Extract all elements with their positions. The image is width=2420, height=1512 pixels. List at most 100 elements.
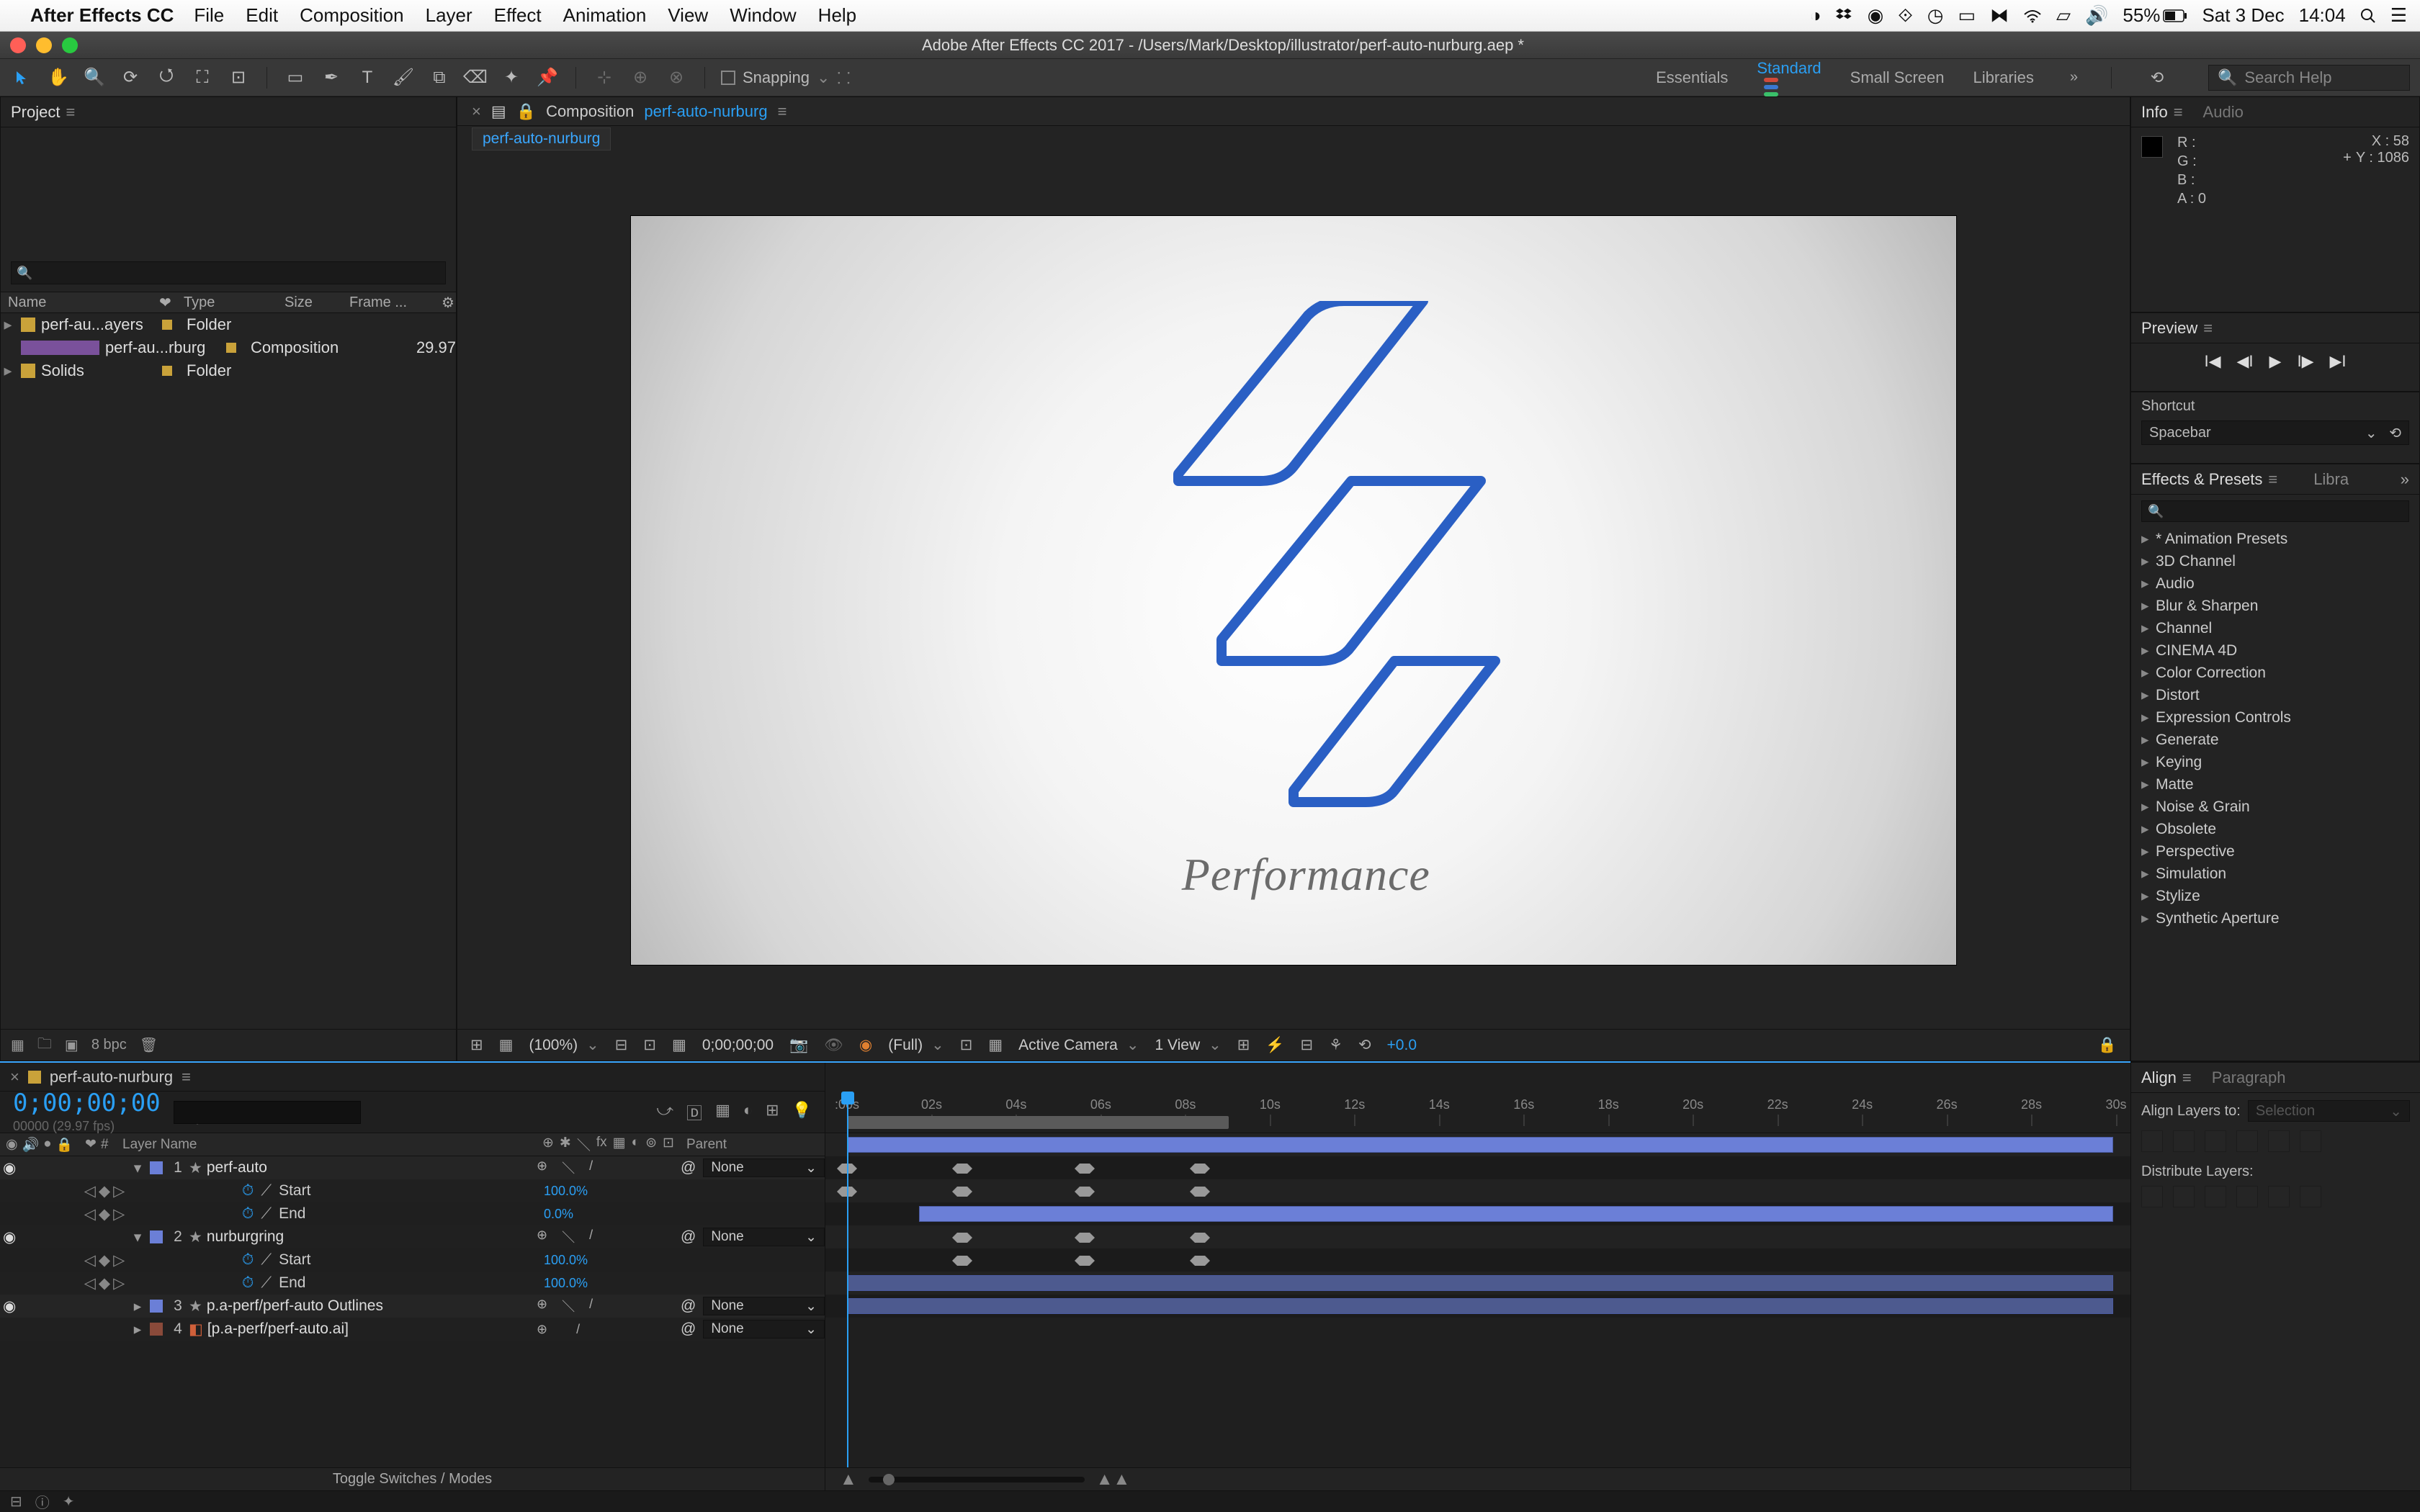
- ws-standard[interactable]: Standard: [1757, 59, 1821, 96]
- world-axis-icon[interactable]: ⊕: [628, 66, 653, 90]
- flowchart-icon[interactable]: ▤: [491, 102, 506, 121]
- align-tab[interactable]: Align ≡: [2141, 1068, 2192, 1087]
- timeline-property[interactable]: ◁◆▷ ⏱ ⟋ Start 100.0%: [0, 1179, 825, 1202]
- project-row[interactable]: ▸ Solids Folder: [1, 359, 456, 382]
- trash-icon[interactable]: 🗑: [140, 1036, 158, 1054]
- align-top-icon[interactable]: [2236, 1130, 2258, 1152]
- dist-left-icon[interactable]: [2236, 1186, 2258, 1207]
- timeline-property[interactable]: ◁◆▷ ⏱ ⟋ End 0.0%: [0, 1202, 825, 1225]
- prev-frame-icon[interactable]: ◀I: [2237, 352, 2254, 371]
- comp-breadcrumb[interactable]: perf-auto-nurburg: [472, 127, 611, 150]
- effects-tab[interactable]: Effects & Presets ≡: [2141, 470, 2277, 489]
- fx-item[interactable]: ▸Keying: [2138, 751, 2412, 773]
- search-help[interactable]: 🔍 Search Help: [2208, 65, 2410, 91]
- work-area-bar[interactable]: [847, 1116, 1229, 1129]
- shortcut-select[interactable]: Spacebar⌄ ⟲: [2141, 420, 2409, 445]
- tl-frame-blend-icon[interactable]: ▦: [715, 1101, 730, 1124]
- align-to-select[interactable]: Selection⌄: [2248, 1100, 2410, 1122]
- status-airplay-icon[interactable]: ▱: [2056, 4, 2071, 27]
- dist-vcenter-icon[interactable]: [2173, 1186, 2195, 1207]
- status-cc-icon[interactable]: ◉: [1868, 4, 1884, 27]
- fx-item[interactable]: ▸Color Correction: [2138, 662, 2412, 684]
- timeline-layer[interactable]: ◉ ▾1 ★perf-auto ⊕＼/ @None⌄: [0, 1156, 825, 1179]
- fx-item[interactable]: ▸CINEMA 4D: [2138, 639, 2412, 662]
- zoom-dropdown[interactable]: (100%): [529, 1036, 599, 1054]
- channel-icon[interactable]: ◉: [859, 1036, 872, 1054]
- last-frame-icon[interactable]: ▶I: [2329, 352, 2346, 371]
- timeline-ruler[interactable]: :00s02s04s06s08s10s12s14s16s18s20s22s24s…: [825, 1092, 2130, 1133]
- exposure-value[interactable]: +0.0: [1387, 1037, 1417, 1054]
- fx-item[interactable]: ▸Generate: [2138, 729, 2412, 751]
- status-battery[interactable]: 55%: [2123, 4, 2187, 27]
- interpret-icon[interactable]: ▦: [11, 1036, 24, 1054]
- project-row[interactable]: perf-au...rburg Composition 29.97: [1, 336, 456, 359]
- brush-tool-icon[interactable]: 🖌: [391, 66, 416, 90]
- snapshot-icon[interactable]: 📷: [789, 1037, 808, 1054]
- hand-tool-icon[interactable]: ✋: [46, 66, 71, 90]
- views-dropdown[interactable]: 1 View: [1155, 1036, 1221, 1054]
- new-folder-icon[interactable]: 🗀: [37, 1033, 52, 1058]
- zoom-slider[interactable]: [869, 1477, 1085, 1482]
- ws-essentials[interactable]: Essentials: [1656, 68, 1728, 87]
- zoom-tool-icon[interactable]: 🔍: [82, 66, 107, 90]
- transparency-icon[interactable]: ▦: [672, 1036, 686, 1054]
- fx-item[interactable]: ▸3D Channel: [2138, 550, 2412, 572]
- menu-effect[interactable]: Effect: [494, 4, 542, 27]
- fx-item[interactable]: ▸Perspective: [2138, 840, 2412, 863]
- menu-layer[interactable]: Layer: [426, 4, 472, 27]
- dist-bottom-icon[interactable]: [2205, 1186, 2226, 1207]
- close-icon[interactable]: [10, 37, 26, 53]
- res-down-icon[interactable]: ⊟: [615, 1036, 628, 1054]
- fx-item[interactable]: ▸Simulation: [2138, 863, 2412, 885]
- menu-view[interactable]: View: [668, 4, 708, 27]
- status-display-icon[interactable]: ▭: [1958, 4, 1976, 27]
- ws-small-screen[interactable]: Small Screen: [1850, 68, 1945, 87]
- fx-item[interactable]: ▸Blur & Sharpen: [2138, 595, 2412, 617]
- fx-item[interactable]: ▸Distort: [2138, 684, 2412, 706]
- zoom-out-icon[interactable]: ▲: [840, 1470, 857, 1490]
- parent-dropdown[interactable]: None⌄: [703, 1228, 825, 1246]
- composition-viewport[interactable]: Performance: [457, 152, 2130, 1029]
- app-name[interactable]: After Effects CC: [30, 4, 174, 27]
- reset-exposure-icon[interactable]: ⟲: [1358, 1036, 1371, 1054]
- eraser-tool-icon[interactable]: ⌫: [463, 66, 488, 90]
- fx-item[interactable]: ▸* Animation Presets: [2138, 528, 2412, 550]
- ws-overflow-icon[interactable]: »: [2070, 69, 2078, 86]
- pickwhip-icon[interactable]: @: [681, 1320, 696, 1338]
- magnify-icon[interactable]: ⊞: [470, 1036, 483, 1054]
- status-time[interactable]: 14:04: [2299, 4, 2346, 27]
- timeline-right[interactable]: :00s02s04s06s08s10s12s14s16s18s20s22s24s…: [825, 1063, 2130, 1490]
- fx-item[interactable]: ▸Obsolete: [2138, 818, 2412, 840]
- tl-draft3d-icon[interactable]: 🄳: [686, 1101, 702, 1124]
- align-bottom-icon[interactable]: [2300, 1130, 2321, 1152]
- render-queue-icon[interactable]: ⊟: [10, 1493, 22, 1511]
- fx-item[interactable]: ▸Expression Controls: [2138, 706, 2412, 729]
- lock-icon[interactable]: 🔒: [2098, 1037, 2117, 1054]
- brainstorm-icon[interactable]: ✦: [63, 1493, 75, 1511]
- comp-tab-close-icon[interactable]: ×: [472, 102, 481, 121]
- roi-crop-icon[interactable]: ⊡: [960, 1036, 973, 1054]
- timeline-toggle-switches[interactable]: Toggle Switches / Modes: [0, 1467, 825, 1490]
- menu-window[interactable]: Window: [730, 4, 796, 27]
- fx-item[interactable]: ▸Audio: [2138, 572, 2412, 595]
- project-tab[interactable]: Project ≡: [11, 103, 75, 122]
- grid-icon[interactable]: ▦: [499, 1036, 514, 1054]
- status-dropbox-icon[interactable]: [1836, 7, 1853, 24]
- timeline-layer[interactable]: ◉ ▾2 ★nurburgring ⊕＼/ @None⌄: [0, 1225, 825, 1248]
- pickwhip-icon[interactable]: @: [681, 1159, 696, 1176]
- comp-tab-name[interactable]: perf-auto-nurburg: [644, 102, 767, 121]
- timeline-property[interactable]: ◁◆▷ ⏱ ⟋ Start 100.0%: [0, 1248, 825, 1272]
- timeline-timecode[interactable]: 0;00;00;00: [13, 1091, 161, 1117]
- fx-item[interactable]: ▸Channel: [2138, 617, 2412, 639]
- type-tool-icon[interactable]: T: [355, 66, 380, 90]
- flowchart-view-icon[interactable]: ⚘: [1329, 1036, 1343, 1054]
- selection-tool-icon[interactable]: [10, 66, 35, 90]
- menu-animation[interactable]: Animation: [563, 4, 647, 27]
- camera-dropdown[interactable]: Active Camera: [1018, 1036, 1139, 1054]
- next-frame-icon[interactable]: I▶: [2297, 352, 2313, 371]
- camera-tool-icon[interactable]: ⛶: [190, 66, 215, 90]
- dist-right-icon[interactable]: [2300, 1186, 2321, 1207]
- fx-item[interactable]: ▸Synthetic Aperture: [2138, 907, 2412, 930]
- status-clock-icon[interactable]: ◷: [1927, 4, 1944, 27]
- status-volume-icon[interactable]: 🔊: [2085, 4, 2108, 27]
